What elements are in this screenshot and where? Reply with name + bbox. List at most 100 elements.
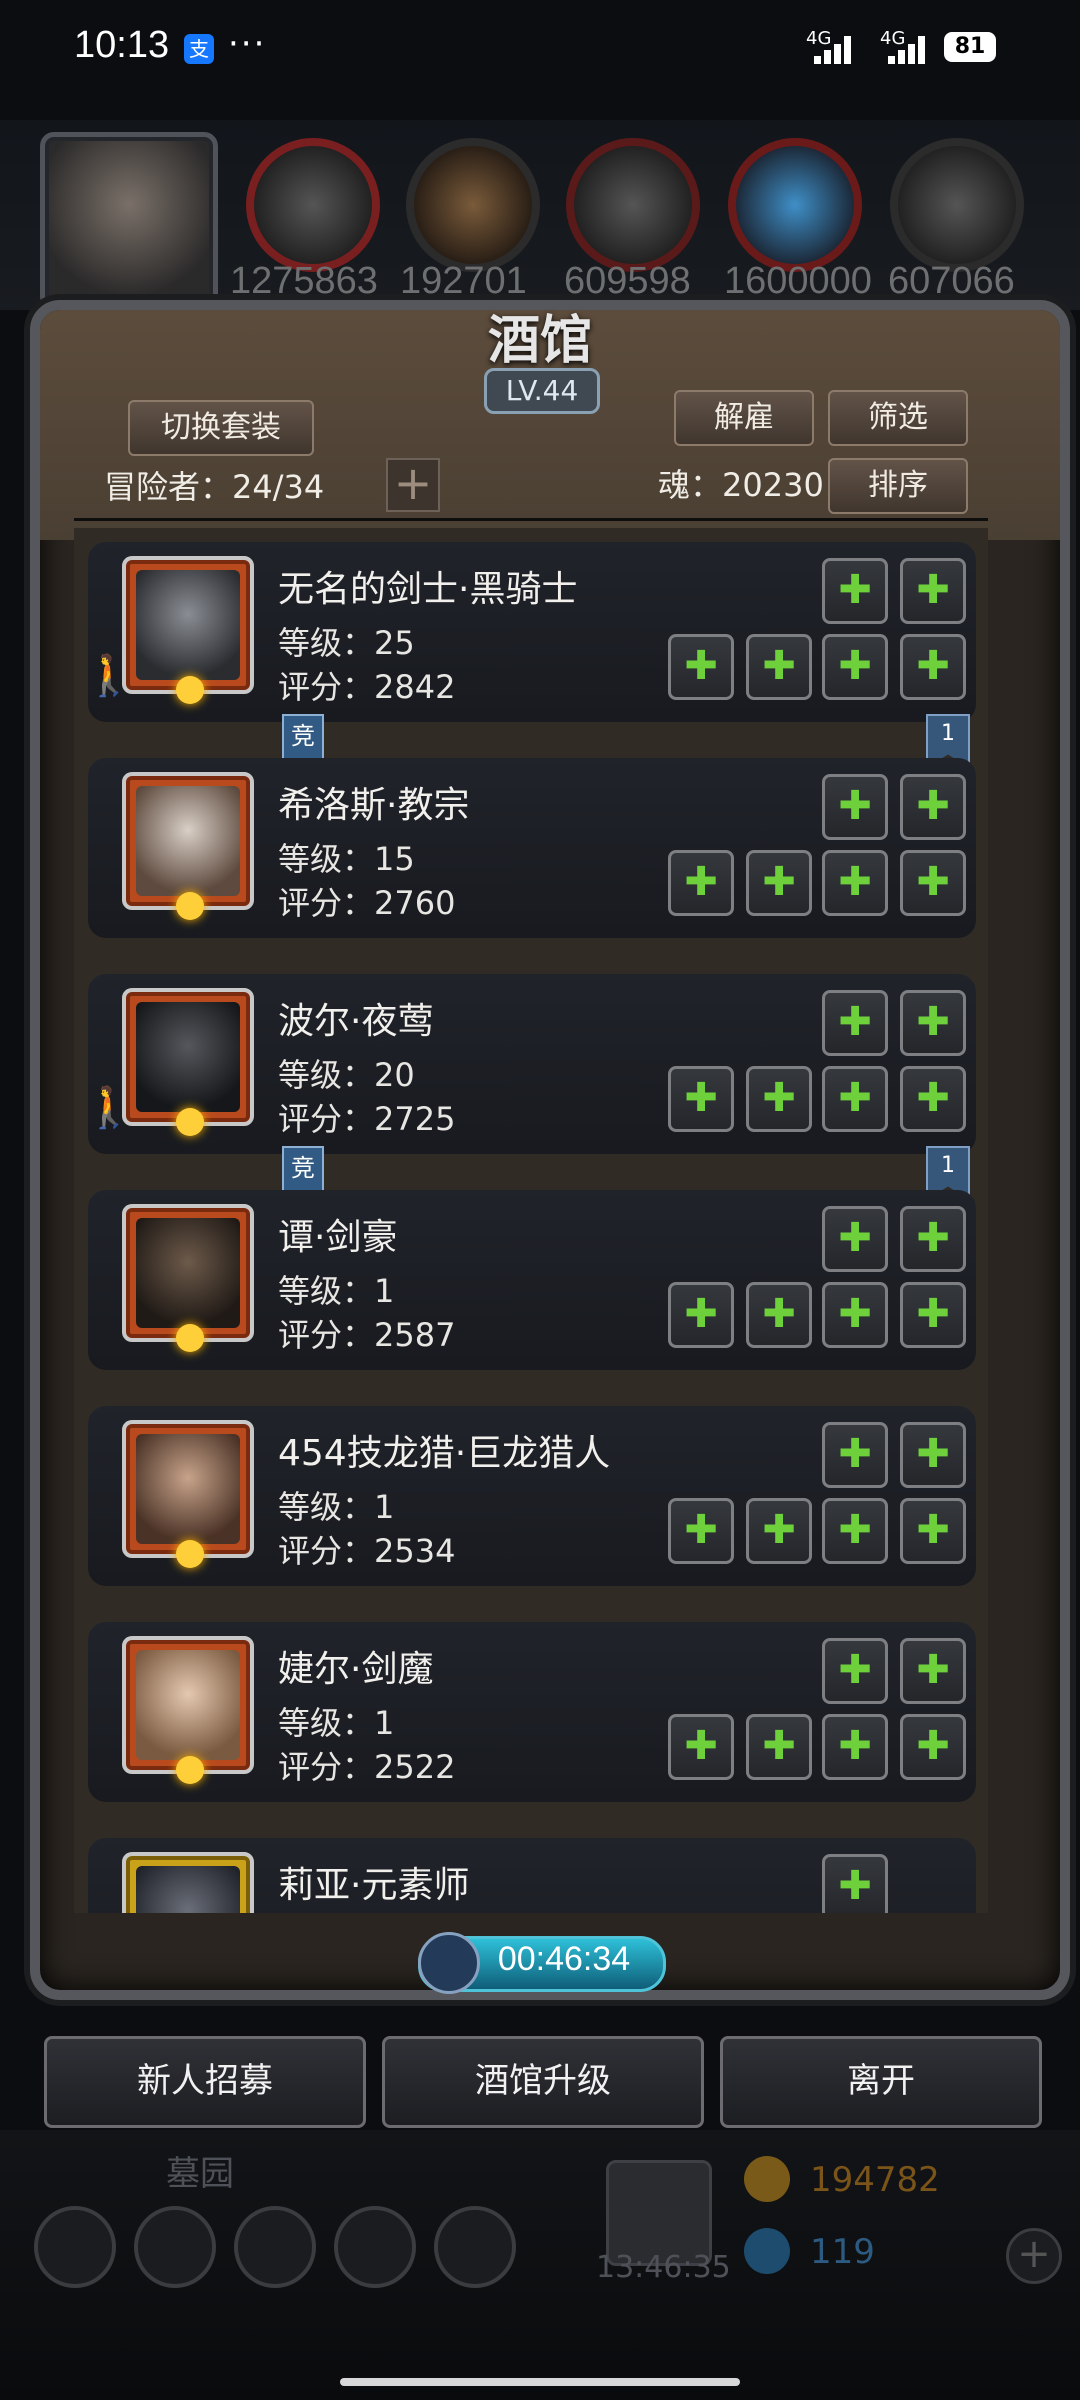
- hero-level: 等级：1: [278, 1704, 395, 1742]
- moon-icon: [176, 1108, 204, 1136]
- settings-icon: [34, 2206, 116, 2288]
- ring-slot-button[interactable]: ✚: [822, 1498, 888, 1564]
- resource-value: 607066: [888, 260, 1015, 302]
- armor-slot-button[interactable]: ✚: [746, 1498, 812, 1564]
- armor-slot-button[interactable]: ✚: [746, 634, 812, 700]
- armor-slot-button[interactable]: ✚: [746, 1714, 812, 1780]
- weapon-slot-button[interactable]: ✚: [668, 1066, 734, 1132]
- crystal-resource-icon: [728, 138, 862, 272]
- switch-outfit-button[interactable]: 切换套装: [128, 400, 314, 456]
- armor-slot-button[interactable]: ✚: [746, 850, 812, 916]
- list-item[interactable]: 莉亚·元素师 ✚: [88, 1838, 976, 1913]
- accessory-slot-button[interactable]: ✚: [900, 990, 966, 1056]
- ring-slot-button[interactable]: ✚: [900, 850, 966, 916]
- hero-score: 评分：2587: [278, 1316, 456, 1354]
- hero-name: 无名的剑士·黑骑士: [278, 569, 578, 610]
- gold-amount: 194782: [810, 2160, 940, 2200]
- list-item[interactable]: 波尔·夜莺 等级：20 评分：2725 ✚ ✚ ✚ ✚ ✚ ✚: [88, 974, 976, 1154]
- accessory-slot-button[interactable]: ✚: [822, 774, 888, 840]
- weapon-slot-button[interactable]: ✚: [668, 1714, 734, 1780]
- adventurer-count: 冒险者：24/34: [104, 468, 325, 506]
- accessory-slot-button[interactable]: ✚: [822, 990, 888, 1056]
- hero-name: 婕尔·剑魔: [278, 1649, 434, 1690]
- upgrade-tavern-button[interactable]: 酒馆升级: [382, 2036, 704, 2128]
- accessory-slot-button[interactable]: ✚: [900, 1638, 966, 1704]
- armor-slot-button[interactable]: ✚: [746, 1066, 812, 1132]
- sort-button[interactable]: 排序: [828, 458, 968, 514]
- iron-resource-icon: [566, 138, 700, 272]
- recruit-button[interactable]: 新人招募: [44, 2036, 366, 2128]
- list-item[interactable]: 谭·剑豪 等级：1 评分：2587 ✚ ✚ ✚ ✚ ✚ ✚: [88, 1190, 976, 1370]
- accessory-slot-button[interactable]: ✚: [900, 558, 966, 624]
- clock: 10:13: [74, 24, 170, 66]
- hero-name: 希洛斯·教宗: [278, 785, 470, 826]
- adventurer-list[interactable]: 无名的剑士·黑骑士 等级：25 评分：2842 ✚ ✚ ✚ ✚ ✚ ✚ 🚶 竞 …: [74, 528, 988, 1913]
- ring-slot-button[interactable]: ✚: [822, 850, 888, 916]
- walking-figure-icon: 🚶: [84, 1085, 134, 1131]
- weapon-slot-button[interactable]: ✚: [668, 634, 734, 700]
- accessory-slot-button[interactable]: ✚: [900, 1206, 966, 1272]
- compete-tag: 竞: [282, 1146, 324, 1194]
- soul-count: 魂：20230: [658, 466, 824, 504]
- stone-resource-icon: [890, 138, 1024, 272]
- battery-icon: 81: [944, 32, 996, 62]
- hero-score: 评分：2842: [278, 668, 456, 706]
- accessory-slot-button[interactable]: ✚: [822, 1854, 888, 1913]
- clock-icon: [418, 1932, 480, 1994]
- gem-icon: [744, 2228, 790, 2274]
- hero-avatar: [122, 988, 254, 1136]
- filter-button[interactable]: 筛选: [828, 390, 968, 446]
- leave-button[interactable]: 离开: [720, 2036, 1042, 2128]
- walking-figure-icon: 🚶: [84, 653, 134, 699]
- hero-avatar: [122, 556, 254, 704]
- moon-icon: [176, 1756, 204, 1784]
- accessory-slot-button[interactable]: ✚: [822, 1638, 888, 1704]
- player-avatar[interactable]: [40, 132, 218, 310]
- armor-slot-button[interactable]: ✚: [746, 1282, 812, 1348]
- hero-level: 等级：25: [278, 624, 415, 662]
- expand-slots-button[interactable]: +: [386, 458, 440, 512]
- meat-resource-icon: [246, 138, 380, 272]
- ring-slot-button[interactable]: ✚: [822, 1714, 888, 1780]
- hero-score: 评分：2522: [278, 1748, 456, 1786]
- ring-slot-button[interactable]: ✚: [822, 634, 888, 700]
- gold-coin-icon: [744, 2156, 790, 2202]
- signal-icon-1: [814, 34, 858, 64]
- list-item[interactable]: 婕尔·剑魔 等级：1 评分：2522 ✚ ✚ ✚ ✚ ✚ ✚: [88, 1622, 976, 1802]
- ring-slot-button[interactable]: ✚: [900, 1282, 966, 1348]
- accessory-slot-button[interactable]: ✚: [900, 1422, 966, 1488]
- resource-value: 192701: [400, 260, 527, 302]
- weapon-slot-button[interactable]: ✚: [668, 1498, 734, 1564]
- accessory-slot-button[interactable]: ✚: [822, 1206, 888, 1272]
- ring-slot-button[interactable]: ✚: [900, 1498, 966, 1564]
- mail-icon: [334, 2206, 416, 2288]
- list-item[interactable]: 454技龙猎·巨龙猎人 等级：1 评分：2534 ✚ ✚ ✚ ✚ ✚ ✚: [88, 1406, 976, 1586]
- list-item[interactable]: 无名的剑士·黑骑士 等级：25 评分：2842 ✚ ✚ ✚ ✚ ✚ ✚: [88, 542, 976, 722]
- star-icon: [134, 2206, 216, 2288]
- ring-slot-button[interactable]: ✚: [900, 1066, 966, 1132]
- gear-icon: [434, 2206, 516, 2288]
- ring-slot-button[interactable]: ✚: [900, 1714, 966, 1780]
- moon-icon: [176, 676, 204, 704]
- gem-amount: 119: [810, 2232, 875, 2272]
- hero-name: 莉亚·元素师: [278, 1865, 470, 1906]
- add-currency-icon: +: [1006, 2228, 1062, 2284]
- ring-slot-button[interactable]: ✚: [822, 1282, 888, 1348]
- hero-score: 评分：2534: [278, 1532, 456, 1570]
- ring-slot-button[interactable]: ✚: [822, 1066, 888, 1132]
- status-bar: 10:13 支 ··· 4G 4G 81: [0, 0, 1080, 100]
- ring-slot-button[interactable]: ✚: [900, 634, 966, 700]
- accessory-slot-button[interactable]: ✚: [900, 774, 966, 840]
- weapon-slot-button[interactable]: ✚: [668, 1282, 734, 1348]
- accessory-slot-button[interactable]: ✚: [822, 1422, 888, 1488]
- hero-score: 评分：2760: [278, 884, 456, 922]
- hero-avatar: [122, 772, 254, 920]
- hero-avatar: [122, 1204, 254, 1352]
- tavern-level-badge: LV.44: [484, 368, 600, 414]
- accessory-slot-button[interactable]: ✚: [822, 558, 888, 624]
- resource-bar: 1275863 192701 609598 1600000 607066: [0, 120, 1080, 310]
- resource-value: 1275863: [230, 260, 378, 302]
- list-item[interactable]: 希洛斯·教宗 等级：15 评分：2760 ✚ ✚ ✚ ✚ ✚ ✚: [88, 758, 976, 938]
- weapon-slot-button[interactable]: ✚: [668, 850, 734, 916]
- dismiss-button[interactable]: 解雇: [674, 390, 814, 446]
